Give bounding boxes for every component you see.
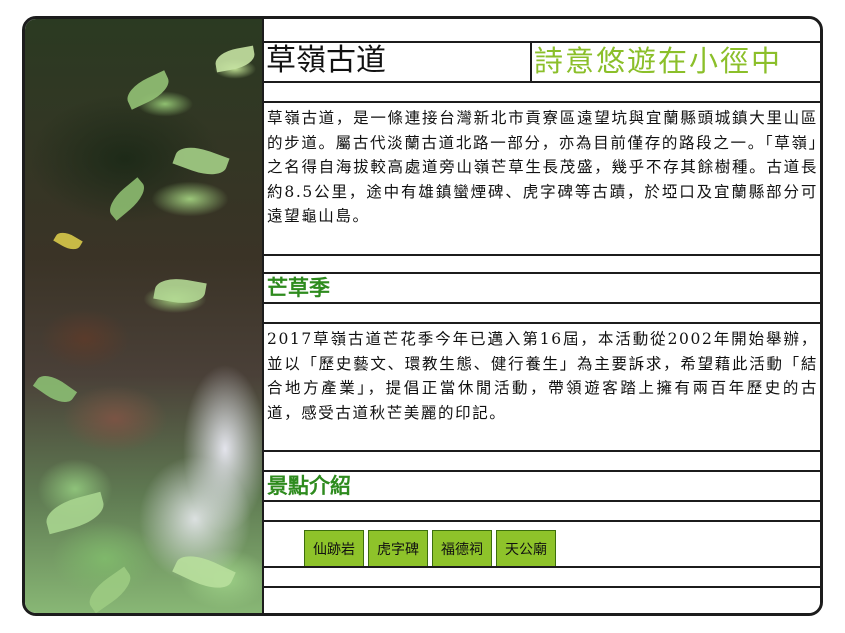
leaf-shape [32, 369, 78, 409]
bottom-spacer [264, 586, 820, 613]
spot-button-fude-temple[interactable]: 福德祠 [432, 530, 492, 570]
festival-paragraph: 2017草嶺古道芒花季今年已邁入第16屆，本活動從2002年開始舉辦，並以「歷史… [267, 330, 818, 422]
spots-heading-row: 景點介紹 [264, 470, 820, 500]
leaf-shape [172, 547, 236, 597]
leaf-shape [42, 491, 108, 535]
forest-stream-photo [25, 19, 264, 613]
spacer-row [264, 500, 820, 520]
festival-heading: 芒草季 [267, 275, 330, 300]
spots-nav: 仙跡岩 虎字碑 福德祠 天公廟 [264, 522, 820, 570]
leaf-shape [83, 566, 137, 613]
leaf-shape [53, 228, 83, 254]
festival-section: 2017草嶺古道芒花季今年已邁入第16屆，本活動從2002年開始舉辦，並以「歷史… [264, 322, 820, 450]
page-title: 草嶺古道 [264, 43, 532, 81]
slogan: 詩意悠遊在小徑中 [534, 44, 783, 78]
top-spacer [264, 19, 820, 41]
leaf-shape [153, 274, 207, 308]
intro-paragraph: 草嶺古道，是一條連接台灣新北市貢寮區遠望坑與宜蘭縣頭城鎮大里山區的步道。屬古代淡… [267, 109, 818, 225]
spots-heading: 景點介紹 [267, 473, 351, 498]
spots-nav-row: 仙跡岩 虎字碑 福德祠 天公廟 [264, 520, 820, 570]
spacer-row [264, 81, 820, 101]
spacer-row [264, 302, 820, 322]
content-column: 草嶺古道 詩意悠遊在小徑中 草嶺古道，是一條連接台灣新北市貢寮區遠望坑與宜蘭縣頭… [264, 19, 820, 613]
leaf-shape [172, 140, 230, 182]
festival-heading-row: 芒草季 [264, 272, 820, 302]
spot-button-tiger-stele[interactable]: 虎字碑 [368, 530, 428, 570]
leaf-shape [213, 45, 257, 73]
leaf-shape [122, 70, 174, 110]
spacer-row [264, 450, 820, 470]
leaf-shape [103, 177, 151, 221]
spot-button-xianji-rock[interactable]: 仙跡岩 [304, 530, 364, 570]
spacer-row [264, 566, 820, 586]
intro-section: 草嶺古道，是一條連接台灣新北市貢寮區遠望坑與宜蘭縣頭城鎮大里山區的步道。屬古代淡… [264, 101, 820, 254]
title-row: 草嶺古道 詩意悠遊在小徑中 [264, 41, 820, 81]
page-frame: 草嶺古道 詩意悠遊在小徑中 草嶺古道，是一條連接台灣新北市貢寮區遠望坑與宜蘭縣頭… [22, 16, 823, 616]
spacer-row [264, 254, 820, 272]
spot-button-tiangong-temple[interactable]: 天公廟 [496, 530, 556, 570]
